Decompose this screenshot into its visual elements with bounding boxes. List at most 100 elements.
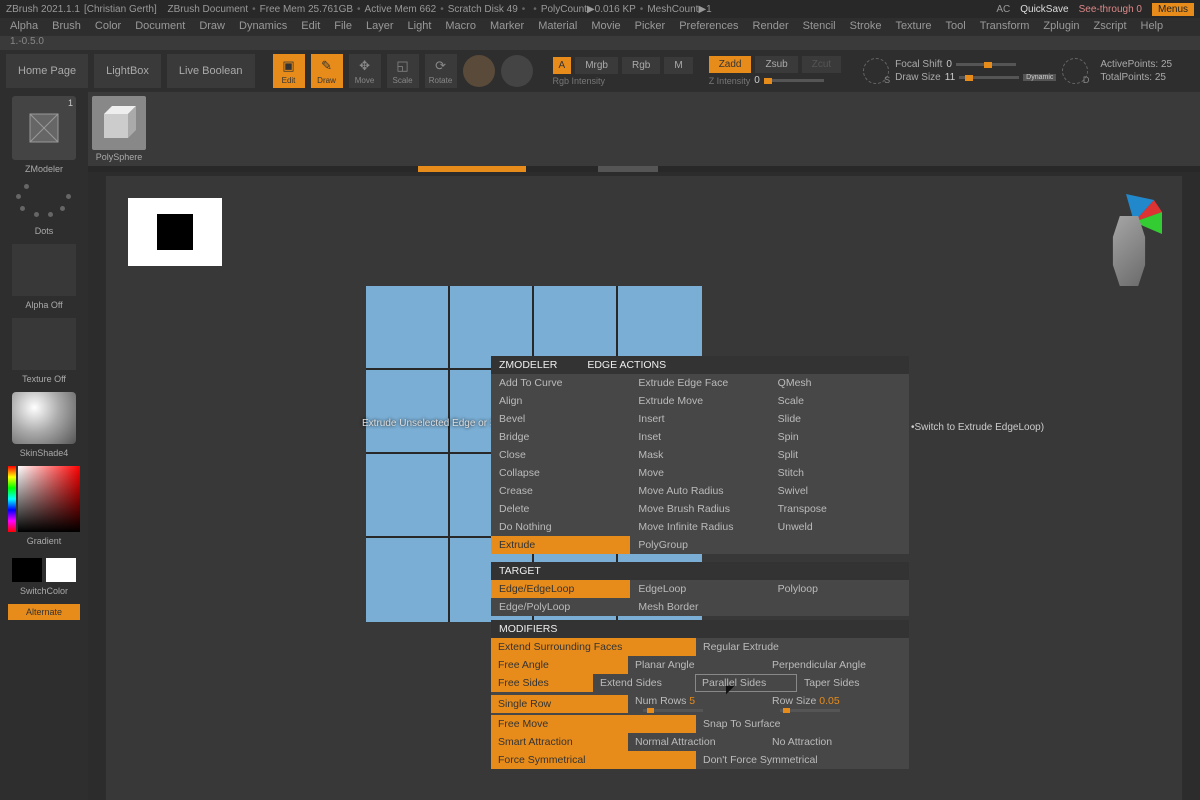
action-add-to-curve[interactable]: Add To Curve <box>491 374 630 392</box>
action-insert[interactable]: Insert <box>630 410 769 428</box>
drawsize-slider[interactable] <box>959 76 1019 79</box>
action-inset[interactable]: Inset <box>630 428 769 446</box>
action-mesh-border[interactable]: Mesh Border <box>630 598 769 616</box>
sculptris-button[interactable] <box>501 55 533 87</box>
quicksave-button[interactable]: QuickSave <box>1020 4 1068 15</box>
dynamic-tag[interactable]: Dynamic <box>1023 74 1056 81</box>
menu-transform[interactable]: Transform <box>980 20 1030 34</box>
action-move-brush-radius[interactable]: Move Brush Radius <box>630 500 769 518</box>
menu-marker[interactable]: Marker <box>490 20 524 34</box>
mod-snap-surface[interactable]: Snap To Surface <box>696 715 787 733</box>
mod-free-move[interactable]: Free Move <box>491 715 696 733</box>
mod-planar-angle[interactable]: Planar Angle <box>628 656 765 674</box>
mod-free-sides[interactable]: Free Sides <box>491 674 593 692</box>
numrows-slider[interactable] <box>643 709 703 712</box>
action-polygroup[interactable]: PolyGroup <box>630 536 769 554</box>
mod-normal-attr[interactable]: Normal Attraction <box>628 733 765 751</box>
action-extrude[interactable]: Extrude <box>491 536 630 554</box>
subtool-thumb[interactable] <box>92 96 146 150</box>
a-chip[interactable]: A <box>553 57 572 74</box>
see-through[interactable]: See-through 0 <box>1079 4 1142 15</box>
action-bevel[interactable]: Bevel <box>491 410 630 428</box>
menu-stencil[interactable]: Stencil <box>803 20 836 34</box>
mod-force-sym[interactable]: Force Symmetrical <box>491 751 696 769</box>
action-crease[interactable]: Crease <box>491 482 630 500</box>
menu-tool[interactable]: Tool <box>946 20 966 34</box>
alternate-button[interactable]: Alternate <box>8 604 80 620</box>
preview-thumb[interactable] <box>128 198 222 266</box>
brush-tile[interactable]: 1 <box>12 96 76 160</box>
mod-num-rows[interactable]: Num Rows 5 <box>628 692 765 715</box>
m-chip[interactable]: M <box>664 57 692 74</box>
timeline-strip[interactable] <box>88 166 1200 172</box>
swatch-main[interactable] <box>12 558 42 582</box>
menu-layer[interactable]: Layer <box>366 20 394 34</box>
action-slide[interactable]: Slide <box>770 410 909 428</box>
action-bridge[interactable]: Bridge <box>491 428 630 446</box>
menu-movie[interactable]: Movie <box>591 20 620 34</box>
sv-box[interactable] <box>18 466 80 532</box>
scale-mode-button[interactable]: ◱Scale <box>387 54 419 88</box>
switchcolor-label[interactable]: SwitchColor <box>20 586 68 596</box>
menu-picker[interactable]: Picker <box>635 20 666 34</box>
hue-strip[interactable] <box>8 466 16 532</box>
action-edge-edgeloop[interactable]: Edge/EdgeLoop <box>491 580 630 598</box>
alpha-tile[interactable] <box>12 244 76 296</box>
menu-help[interactable]: Help <box>1141 20 1164 34</box>
action-swivel[interactable]: Swivel <box>770 482 909 500</box>
menu-preferences[interactable]: Preferences <box>679 20 738 34</box>
rowsize-slider[interactable] <box>780 709 840 712</box>
menu-document[interactable]: Document <box>135 20 185 34</box>
menu-draw[interactable]: Draw <box>199 20 225 34</box>
menu-edit[interactable]: Edit <box>301 20 320 34</box>
action-unweld[interactable]: Unweld <box>770 518 909 536</box>
drawsize-dial[interactable]: D <box>1062 58 1088 84</box>
rotate-mode-button[interactable]: ⟳Rotate <box>425 54 457 88</box>
menu-macro[interactable]: Macro <box>445 20 476 34</box>
menu-dynamics[interactable]: Dynamics <box>239 20 287 34</box>
action-qmesh[interactable]: QMesh <box>770 374 909 392</box>
action-transpose[interactable]: Transpose <box>770 500 909 518</box>
stroke-tile[interactable] <box>12 182 76 222</box>
move-mode-button[interactable]: ✥Move <box>349 54 381 88</box>
mod-row-size[interactable]: Row Size 0.05 <box>765 692 855 715</box>
material-tile[interactable] <box>12 392 76 444</box>
gradient-label[interactable]: Gradient <box>27 536 62 546</box>
focal-dial[interactable]: S <box>863 58 889 84</box>
color-picker[interactable] <box>8 466 80 532</box>
action-extrude-edge-face[interactable]: Extrude Edge Face <box>630 374 769 392</box>
action-do-nothing[interactable]: Do Nothing <box>491 518 630 536</box>
livebool-tab[interactable]: Live Boolean <box>167 54 255 88</box>
menu-brush[interactable]: Brush <box>52 20 81 34</box>
menu-texture[interactable]: Texture <box>895 20 931 34</box>
action-align[interactable]: Align <box>491 392 630 410</box>
menu-material[interactable]: Material <box>538 20 577 34</box>
edit-mode-button[interactable]: ▣Edit <box>273 54 305 88</box>
action-stitch[interactable]: Stitch <box>770 464 909 482</box>
texture-tile[interactable] <box>12 318 76 370</box>
mod-smart-attr[interactable]: Smart Attraction <box>491 733 628 751</box>
menu-light[interactable]: Light <box>408 20 432 34</box>
action-spin[interactable]: Spin <box>770 428 909 446</box>
menu-render[interactable]: Render <box>753 20 789 34</box>
action-edgeloop[interactable]: EdgeLoop <box>630 580 769 598</box>
action-move-infinite-radius[interactable]: Move Infinite Radius <box>630 518 769 536</box>
mrgb-chip[interactable]: Mrgb <box>575 57 618 74</box>
mod-no-attr[interactable]: No Attraction <box>765 733 839 751</box>
menu-zplugin[interactable]: Zplugin <box>1043 20 1079 34</box>
action-split[interactable]: Split <box>770 446 909 464</box>
focal-slider[interactable] <box>956 63 1016 66</box>
swatch-secondary[interactable] <box>46 558 76 582</box>
home-tab[interactable]: Home Page <box>6 54 88 88</box>
menu-zscript[interactable]: Zscript <box>1094 20 1127 34</box>
action-delete[interactable]: Delete <box>491 500 630 518</box>
action-edge-polyloop[interactable]: Edge/PolyLoop <box>491 598 630 616</box>
action-extrude-move[interactable]: Extrude Move <box>630 392 769 410</box>
action-move[interactable]: Move <box>630 464 769 482</box>
action-scale[interactable]: Scale <box>770 392 909 410</box>
menu-alpha[interactable]: Alpha <box>10 20 38 34</box>
zadd-chip[interactable]: Zadd <box>709 56 752 73</box>
lightbox-tab[interactable]: LightBox <box>94 54 161 88</box>
rgb-chip[interactable]: Rgb <box>622 57 660 74</box>
mod-taper-sides[interactable]: Taper Sides <box>797 674 866 692</box>
